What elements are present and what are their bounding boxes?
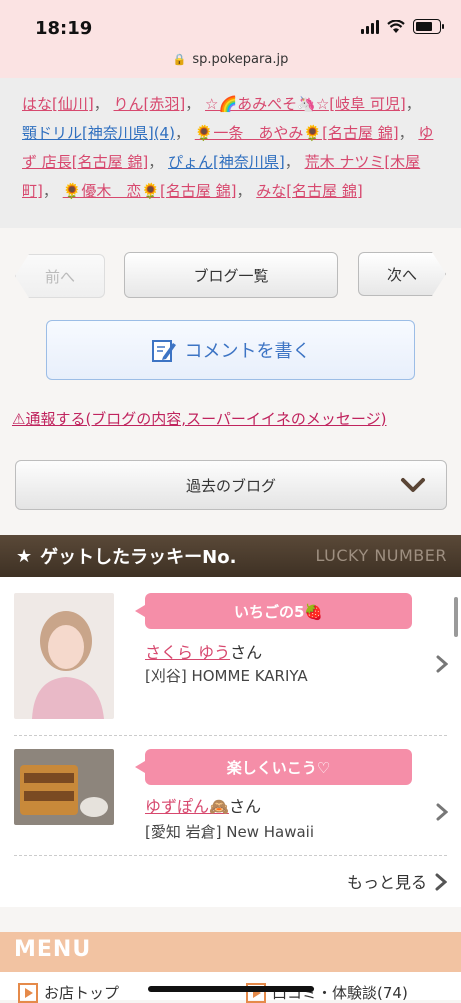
lucky-message-badge: いちごの5🍓 xyxy=(135,593,412,629)
report-link[interactable]: ⚠通報する(ブログの内容,スーパーイイネのメッセージ) xyxy=(12,408,386,429)
see-more-link[interactable]: もっと見る xyxy=(347,869,427,893)
blog-list-button[interactable]: ブログ一覧 xyxy=(124,252,338,298)
prev-button[interactable]: 前へ xyxy=(15,254,105,298)
lucky-number-subtitle: LUCKY NUMBER xyxy=(315,546,447,565)
next-button[interactable]: 次へ xyxy=(358,252,446,296)
menu-header: MENU xyxy=(0,932,461,972)
name-link[interactable]: ぴょん[神奈川県] xyxy=(168,153,285,171)
visitor-names-panel: はな[仙川]， りん[赤羽]， ☆🌈あみぺそ🦄☆[岐阜 可児]， 顎ドリル[神奈… xyxy=(0,78,461,228)
edit-pen-icon xyxy=(151,340,176,362)
past-blog-dropdown[interactable]: 過去のブログ xyxy=(15,460,447,510)
user-name-link[interactable]: ゆずぽん🙈 xyxy=(145,797,229,816)
lucky-number-title: ゲットしたラッキーNo. xyxy=(40,547,237,568)
name-link[interactable]: 顎ドリル[神奈川県](4) xyxy=(22,124,175,142)
status-bar: 18:19 🔒 sp.pokepara.jp xyxy=(0,0,461,78)
lock-icon: 🔒 xyxy=(172,53,187,66)
divider xyxy=(14,735,447,736)
user-name-link[interactable]: さくら ゆう xyxy=(145,643,230,662)
shop-name: [刈谷] HOMME KARIYA xyxy=(145,667,308,685)
shop-name: [愛知 岩倉] New Hawaii xyxy=(145,823,314,841)
name-link[interactable]: はな[仙川] xyxy=(22,95,94,113)
user-name[interactable]: さくら ゆうさん xyxy=(145,639,262,663)
lucky-number-list: いちごの5🍓 さくら ゆうさん [刈谷] HOMME KARIYA 楽しくいこう… xyxy=(0,577,461,907)
battery-icon xyxy=(413,19,444,34)
menu-title: MENU xyxy=(14,937,92,962)
lucky-number-header: ★ ゲットしたラッキーNo. LUCKY NUMBER xyxy=(0,535,461,577)
chevron-right-icon xyxy=(436,803,448,821)
name-link[interactable]: 🌻一条 あやみ🌻[名古屋 錦] xyxy=(195,124,399,142)
star-icon: ★ xyxy=(16,545,33,567)
home-indicator[interactable] xyxy=(148,986,314,992)
cellular-signal-icon xyxy=(361,19,379,34)
divider xyxy=(14,855,447,856)
chevron-down-icon xyxy=(401,478,425,492)
write-comment-label: コメントを書く xyxy=(184,341,311,362)
profile-photo xyxy=(14,593,114,719)
honorific: さん xyxy=(228,797,261,816)
name-link[interactable]: みな[名古屋 錦] xyxy=(256,182,362,200)
lucky-message-badge: 楽しくいこう♡ xyxy=(135,749,412,785)
profile-photo xyxy=(14,749,114,825)
name-link[interactable]: ☆🌈あみぺそ🦄☆[岐阜 可児] xyxy=(205,95,406,113)
address-bar[interactable]: 🔒 sp.pokepara.jp xyxy=(0,52,461,67)
past-blog-label: 過去のブログ xyxy=(185,476,276,495)
list-item[interactable]: 楽しくいこう♡ ゆずぽん🙈さん [愛知 岩倉] New Hawaii xyxy=(0,737,461,857)
name-link[interactable]: 🌻優木 恋🌻[名古屋 錦] xyxy=(63,182,237,200)
chevron-right-icon xyxy=(436,655,448,673)
name-link[interactable]: りん[赤羽] xyxy=(114,95,186,113)
status-time: 18:19 xyxy=(35,18,93,39)
status-icons xyxy=(361,19,444,34)
wifi-icon xyxy=(387,19,405,33)
list-item[interactable]: いちごの5🍓 さくら ゆうさん [刈谷] HOMME KARIYA xyxy=(0,577,461,727)
url-text: sp.pokepara.jp xyxy=(192,52,289,67)
user-name[interactable]: ゆずぽん🙈さん xyxy=(145,793,261,817)
honorific: さん xyxy=(230,643,263,662)
chevron-right-icon xyxy=(435,873,447,891)
write-comment-button[interactable]: コメントを書く xyxy=(46,320,415,380)
